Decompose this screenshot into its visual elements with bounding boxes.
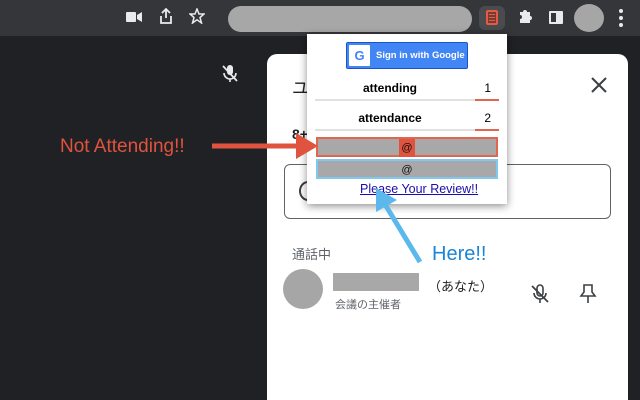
share-icon[interactable] — [156, 7, 176, 28]
add-people-label: 8+ — [292, 126, 308, 142]
here-annotation: Here!! — [432, 243, 487, 265]
review-link[interactable]: Please Your Review!! — [360, 182, 478, 196]
participant-avatar — [283, 269, 323, 309]
sign-in-label: Sign in with Google — [376, 50, 465, 61]
not-attending-annotation: Not Attending!! — [60, 136, 185, 157]
email-at-mark: @ — [401, 164, 413, 176]
browser-toolbar — [0, 0, 640, 36]
address-bar[interactable] — [228, 6, 472, 32]
in-call-section-label: 通話中 — [292, 247, 332, 262]
attendance-row: attendance 2 — [315, 106, 499, 131]
google-icon: G — [349, 45, 370, 66]
attending-count: 1 — [484, 81, 491, 95]
mic-off-icon[interactable] — [529, 283, 551, 305]
extension-popup: G Sign in with Google attending 1 attend… — [307, 34, 507, 204]
attendance-label: attendance — [358, 111, 422, 125]
mic-off-icon — [221, 64, 239, 84]
participant-role: 会議の主催者 — [335, 299, 401, 311]
participant-name-redacted — [333, 273, 419, 291]
row-divider — [315, 99, 475, 101]
email-at-mark: @ — [399, 139, 415, 157]
count-underline — [475, 129, 499, 131]
not-attending-entry[interactable]: @ — [316, 137, 498, 157]
pin-icon[interactable] — [577, 283, 599, 305]
puzzle-icon[interactable] — [515, 8, 535, 28]
attending-row: attending 1 — [315, 76, 499, 101]
star-icon[interactable] — [187, 6, 207, 28]
profile-avatar[interactable] — [574, 4, 604, 32]
side-panel-icon[interactable] — [549, 11, 563, 24]
close-icon[interactable] — [588, 74, 610, 96]
video-camera-icon[interactable] — [124, 8, 144, 28]
sign-in-with-google-button[interactable]: G Sign in with Google — [346, 42, 468, 69]
participant-you-label: （あなた） — [428, 279, 494, 294]
row-divider — [315, 129, 475, 131]
count-underline — [475, 99, 499, 101]
attending-label: attending — [363, 81, 417, 95]
extension-book-icon[interactable] — [479, 6, 505, 30]
attendee-entry[interactable]: @ — [316, 159, 498, 179]
kebab-menu-icon[interactable] — [619, 9, 623, 27]
attendance-count: 2 — [484, 111, 491, 125]
